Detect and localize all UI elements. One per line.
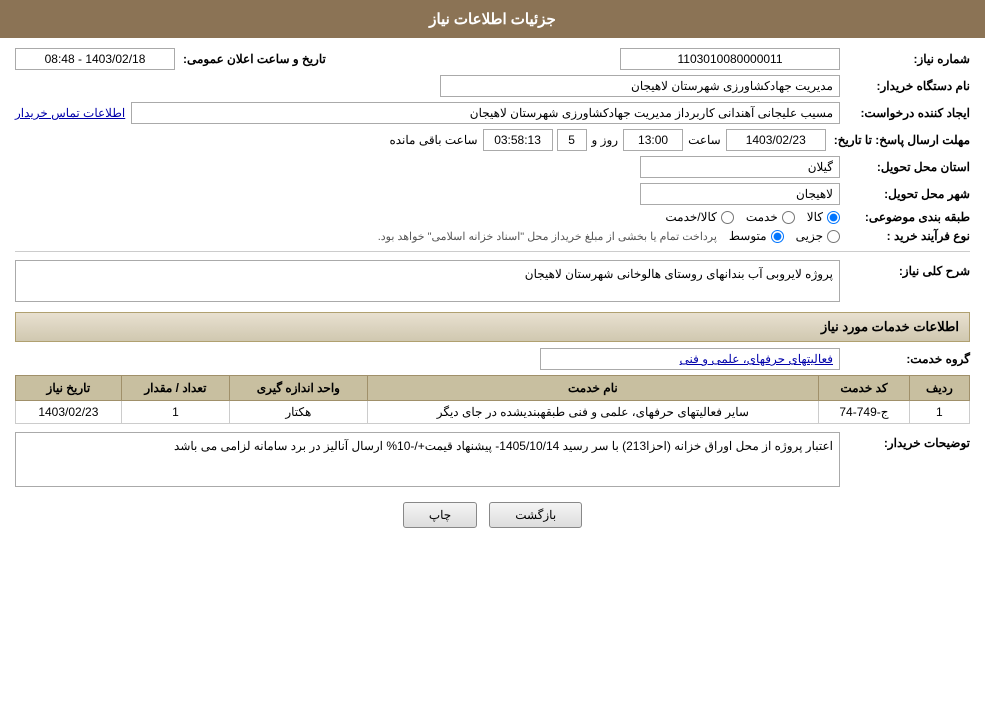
tozihat-value: اعتبار پروژه از محل اوراق خزانه (احزا213… [15, 432, 840, 487]
row-dastgah: نام دستگاه خریدار: مدیریت جهادکشاورزی شه… [15, 75, 970, 97]
grouh-value[interactable]: فعالیتهای حرفهای، علمی و فنی [540, 348, 840, 370]
tozihat-label: توضیحات خریدار: [840, 432, 970, 450]
radio-jozi-input[interactable] [827, 230, 840, 243]
col-vahed: واحد اندازه گیری [230, 376, 367, 401]
radio-khedmat-input[interactable] [782, 211, 795, 224]
khadamat-header: اطلاعات خدمات مورد نیاز [15, 312, 970, 342]
nam-dastgah-value: مدیریت جهادکشاورزی شهرستان لاهیجان [440, 75, 840, 97]
ostan-label: استان محل تحویل: [840, 160, 970, 174]
noe-label: نوع فرآیند خرید : [840, 229, 970, 243]
row-sharh: شرح کلی نیاز: پروژه لایروبی آب بندانهای … [15, 260, 970, 302]
row-shahr: شهر محل تحویل: لاهیجان [15, 183, 970, 205]
ijad-value: مسیب علیجانی آهندانی کاربرداز مدیریت جها… [131, 102, 840, 124]
row-shomare: شماره نیاز: 1103010080000011 تاریخ و ساع… [15, 48, 970, 70]
radio-kala-khedmat-label: کالا/خدمت [665, 210, 716, 224]
radio-kala-input[interactable] [827, 211, 840, 224]
col-radif: ردیف [909, 376, 969, 401]
mohlat-label: مهلت ارسال پاسخ: تا تاریخ: [826, 133, 970, 147]
row-noe: نوع فرآیند خرید : جزیی متوسط پرداخت تمام… [15, 229, 970, 243]
row-ostan: استان محل تحویل: گیلان [15, 156, 970, 178]
service-table-head: ردیف کد خدمت نام خدمت واحد اندازه گیری ت… [16, 376, 970, 401]
col-name: نام خدمت [367, 376, 819, 401]
mohlat-saat: 13:00 [623, 129, 683, 151]
radio-motavasset: متوسط [729, 229, 784, 243]
col-tarikh: تاریخ نیاز [16, 376, 122, 401]
page-header: جزئیات اطلاعات نیاز [0, 0, 985, 38]
tabaqe-label: طبقه بندی موضوعی: [840, 210, 970, 224]
tarikh-value: 1403/02/18 - 08:48 [15, 48, 175, 70]
col-tedad: تعداد / مقدار [121, 376, 229, 401]
noe-options: جزیی متوسط پرداخت تمام یا بخشی از مبلغ خ… [378, 229, 840, 243]
radio-kala-label: کالا [807, 210, 823, 224]
shomare-niaz-label: شماره نیاز: [840, 52, 970, 66]
ijad-label: ایجاد کننده درخواست: [840, 106, 970, 120]
chap-button[interactable]: چاپ [403, 502, 477, 528]
row-grouh: گروه خدمت: فعالیتهای حرفهای، علمی و فنی [15, 348, 970, 370]
ostan-value: گیلان [640, 156, 840, 178]
service-table: ردیف کد خدمت نام خدمت واحد اندازه گیری ت… [15, 375, 970, 424]
page-title: جزئیات اطلاعات نیاز [429, 11, 556, 28]
cell-vahed: هکتار [230, 401, 367, 424]
radio-jozi: جزیی [796, 229, 840, 243]
service-table-body: 1 ج-749-74 سایر فعالیتهای حرفهای، علمی و… [16, 401, 970, 424]
mande-label: ساعت باقی مانده [384, 133, 482, 147]
radio-kala-khedmat-input[interactable] [721, 211, 734, 224]
radio-jozi-label: جزیی [796, 229, 823, 243]
radio-khedmat-label: خدمت [746, 210, 778, 224]
radio-kala-khedmat: کالا/خدمت [665, 210, 733, 224]
cell-tarikh: 1403/02/23 [16, 401, 122, 424]
mohlat-time: 03:58:13 [483, 129, 553, 151]
ettelaat-link[interactable]: اطلاعات تماس خریدار [15, 106, 125, 120]
radio-khedmat: خدمت [746, 210, 795, 224]
cell-kod: ج-749-74 [819, 401, 910, 424]
nam-dastgah-label: نام دستگاه خریدار: [840, 79, 970, 93]
shomare-niaz-value: 1103010080000011 [620, 48, 840, 70]
col-kod: کد خدمت [819, 376, 910, 401]
table-row: 1 ج-749-74 سایر فعالیتهای حرفهای، علمی و… [16, 401, 970, 424]
row-ijad: ایجاد کننده درخواست: مسیب علیجانی آهندان… [15, 102, 970, 124]
row-tabaqe: طبقه بندی موضوعی: کالا خدمت کالا/خدمت [15, 210, 970, 224]
shahr-label: شهر محل تحویل: [840, 187, 970, 201]
radio-kala: کالا [807, 210, 840, 224]
tabaqe-options: کالا خدمت کالا/خدمت [665, 210, 840, 224]
page-container: جزئیات اطلاعات نیاز شماره نیاز: 11030100… [0, 0, 985, 703]
mohlat-roz: 5 [557, 129, 587, 151]
saat-label: ساعت [683, 133, 726, 147]
row-tozihat: توضیحات خریدار: اعتبار پروژه از محل اورا… [15, 432, 970, 487]
sharh-value: پروژه لایروبی آب بندانهای روستای هالوخان… [15, 260, 840, 302]
service-table-header-row: ردیف کد خدمت نام خدمت واحد اندازه گیری ت… [16, 376, 970, 401]
sharh-label: شرح کلی نیاز: [840, 260, 970, 278]
cell-name: سایر فعالیتهای حرفهای، علمی و فنی طبقهبن… [367, 401, 819, 424]
tarikh-label: تاریخ و ساعت اعلان عمومی: [175, 52, 326, 66]
cell-tedad: 1 [121, 401, 229, 424]
roz-label: روز و [587, 133, 624, 147]
mohlat-date: 1403/02/23 [726, 129, 826, 151]
button-row: بازگشت چاپ [15, 502, 970, 528]
grouh-label: گروه خدمت: [840, 352, 970, 366]
shahr-value: لاهیجان [640, 183, 840, 205]
radio-motavasset-input[interactable] [771, 230, 784, 243]
divider1 [15, 251, 970, 252]
row-mohlat: مهلت ارسال پاسخ: تا تاریخ: 1403/02/23 سا… [15, 129, 970, 151]
bazgasht-button[interactable]: بازگشت [489, 502, 582, 528]
radio-motavasset-label: متوسط [729, 229, 767, 243]
content-area: شماره نیاز: 1103010080000011 تاریخ و ساع… [0, 38, 985, 548]
noe-note: پرداخت تمام یا بخشی از مبلغ خریداز محل "… [378, 230, 717, 243]
cell-radif: 1 [909, 401, 969, 424]
